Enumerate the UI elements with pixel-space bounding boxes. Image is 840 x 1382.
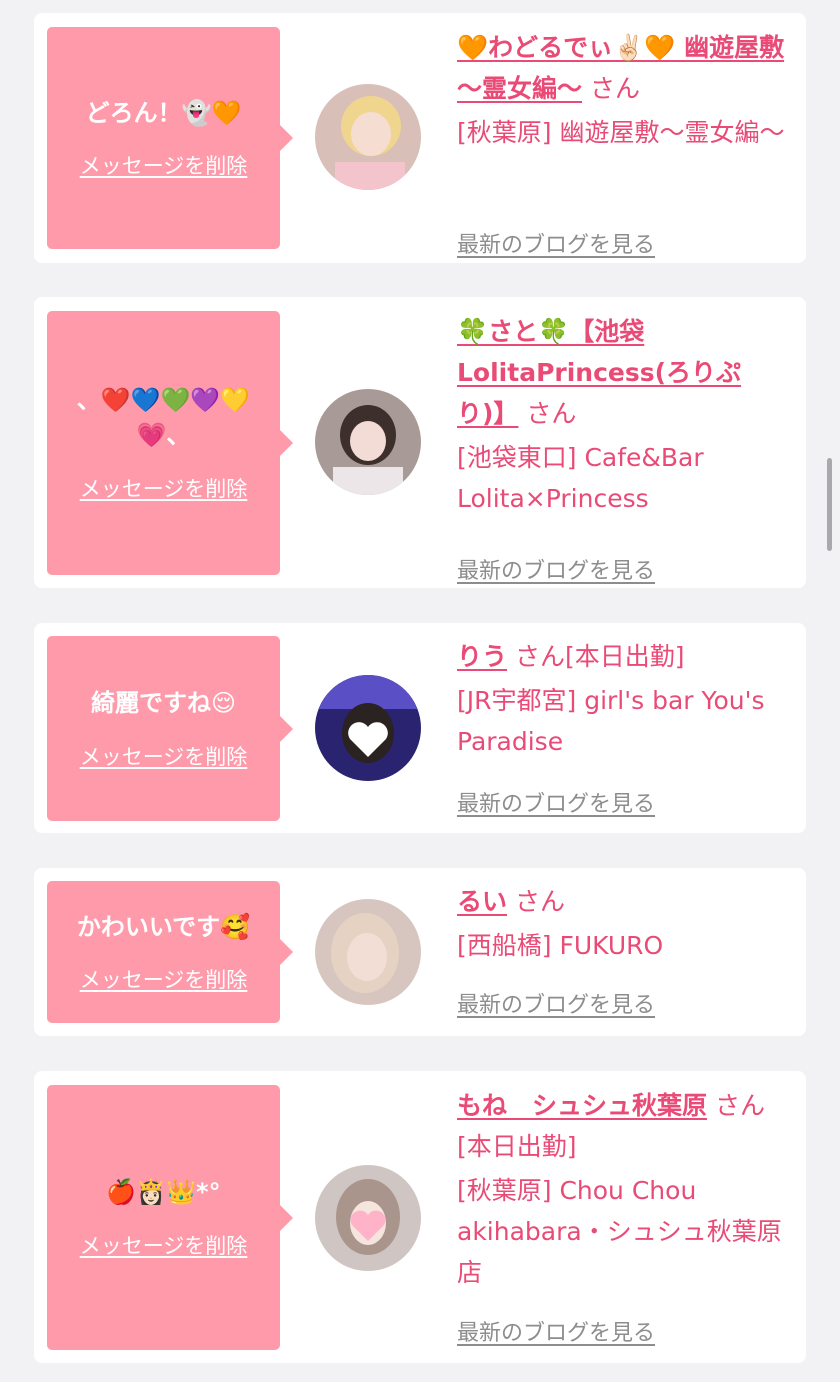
message-bubble: 綺麗ですね😌 メッセージを削除: [47, 636, 293, 821]
message-card: 、❤️💙💚💜💛💗、 メッセージを削除 🍀さと🍀【池袋LolitaPrincess…: [34, 297, 806, 588]
sender-name-link[interactable]: るい: [457, 887, 507, 916]
message-text: かわいいです🥰: [76, 912, 251, 941]
sender-info: 🍀さと🍀【池袋LolitaPrincess(ろりぷり)】 さん [池袋東口] C…: [457, 311, 792, 584]
sender-name-link[interactable]: もね シュシュ秋葉原: [457, 1091, 707, 1120]
latest-blog-link[interactable]: 最新のブログを見る: [457, 786, 655, 818]
avatar[interactable]: [315, 84, 421, 190]
avatar[interactable]: [315, 1165, 421, 1271]
sender-info: 🧡わどるでぃ✌🏻🧡 幽遊屋敷 〜霊女編〜 さん [秋葉原] 幽遊屋敷〜霊女編〜 …: [457, 27, 792, 258]
message-bubble: 、❤️💙💚💜💛💗、 メッセージを削除: [47, 311, 293, 575]
avatar[interactable]: [315, 899, 421, 1005]
delete-message-link[interactable]: メッセージを削除: [80, 964, 248, 994]
sender-name-link[interactable]: りう: [457, 642, 507, 671]
sender-name-line: もね シュシュ秋葉原 さん[本日出勤]: [457, 1085, 792, 1167]
delete-message-link[interactable]: メッセージを削除: [80, 741, 248, 771]
sender-suffix: さん: [514, 887, 565, 916]
shop-name: [池袋東口] Cafe&Bar Lolita×Princess: [457, 443, 704, 513]
sender-suffix: さん[本日出勤]: [514, 642, 685, 671]
message-bubble: どろん！👻🧡 メッセージを削除: [47, 27, 293, 249]
scrollbar[interactable]: [827, 458, 832, 551]
sender-suffix: さん: [526, 399, 577, 428]
sender-suffix: さん: [589, 74, 640, 103]
sender-name-line: 🧡わどるでぃ✌🏻🧡 幽遊屋敷 〜霊女編〜 さん: [457, 27, 792, 109]
shop-name: [JR宇都宮] girl's bar You's Paradise: [457, 686, 765, 756]
latest-blog-link[interactable]: 最新のブログを見る: [457, 553, 655, 585]
message-bubble: かわいいです🥰 メッセージを削除: [47, 881, 293, 1023]
message-card: かわいいです🥰 メッセージを削除 るい さん [西船橋] FUKURO 最新のブ…: [34, 868, 806, 1036]
message-card: 🍎👸🏻👑*° メッセージを削除 もね シュシュ秋葉原 さん[本日出勤] [秋葉原…: [34, 1071, 806, 1363]
delete-message-link[interactable]: メッセージを削除: [80, 473, 248, 503]
sender-name-line: るい さん: [457, 881, 792, 922]
message-text: 🍎👸🏻👑*°: [106, 1178, 221, 1207]
message-text: 、❤️💙💚💜💛💗、: [76, 386, 251, 449]
sender-name-link[interactable]: 🍀さと🍀【池袋LolitaPrincess(ろりぷり)】: [457, 317, 741, 428]
message-bubble: 🍎👸🏻👑*° メッセージを削除: [47, 1085, 293, 1350]
avatar[interactable]: [315, 389, 421, 495]
message-text: 綺麗ですね😌: [90, 689, 237, 718]
sender-name-line: りう さん[本日出勤]: [457, 636, 792, 677]
latest-blog-link[interactable]: 最新のブログを見る: [457, 227, 655, 259]
sender-info: るい さん [西船橋] FUKURO 最新のブログを見る: [457, 881, 792, 1023]
shop-name: [秋葉原] 幽遊屋敷〜霊女編〜: [457, 118, 785, 147]
sender-info: りう さん[本日出勤] [JR宇都宮] girl's bar You's Par…: [457, 636, 792, 821]
delete-message-link[interactable]: メッセージを削除: [80, 150, 248, 180]
sender-info: もね シュシュ秋葉原 さん[本日出勤] [秋葉原] Chou Chou akih…: [457, 1085, 792, 1350]
shop-name: [西船橋] FUKURO: [457, 931, 664, 960]
latest-blog-link[interactable]: 最新のブログを見る: [457, 987, 655, 1019]
message-text: どろん！👻🧡: [85, 98, 242, 127]
sender-name-line: 🍀さと🍀【池袋LolitaPrincess(ろりぷり)】 さん: [457, 311, 792, 434]
latest-blog-link[interactable]: 最新のブログを見る: [457, 1315, 655, 1347]
message-card: 綺麗ですね😌 メッセージを削除 りう さん[本日出勤] [JR宇都宮] girl…: [34, 623, 806, 833]
message-card: どろん！👻🧡 メッセージを削除 🧡わどるでぃ✌🏻🧡 幽遊屋敷 〜霊女編〜 さん …: [34, 13, 806, 263]
shop-name: [秋葉原] Chou Chou akihabara・シュシュ秋葉原店: [457, 1176, 782, 1287]
avatar[interactable]: [315, 675, 421, 781]
delete-message-link[interactable]: メッセージを削除: [80, 1230, 248, 1260]
